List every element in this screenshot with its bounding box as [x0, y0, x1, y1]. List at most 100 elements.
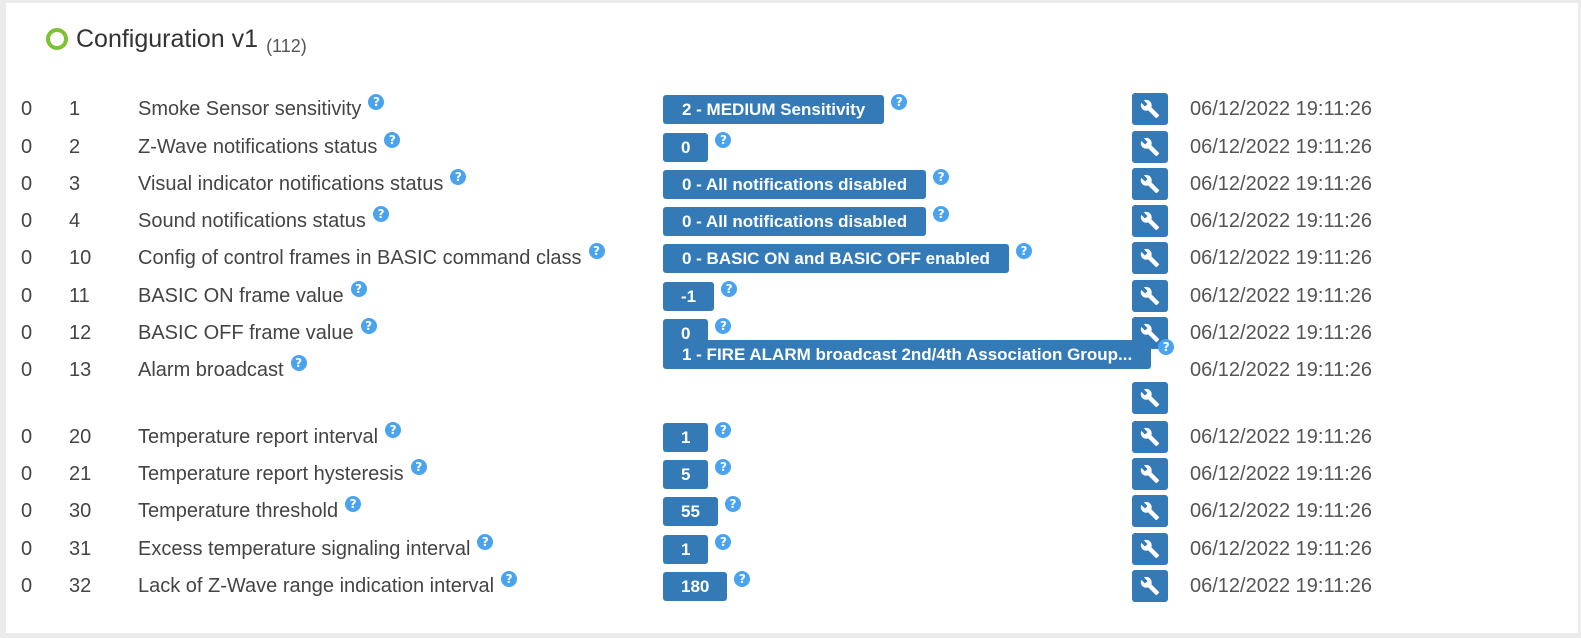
- last-update-cell: 06/12/2022 19:11:26: [1190, 358, 1373, 381]
- parameter-name: BASIC ON frame value: [138, 284, 344, 307]
- edit-parameter-button[interactable]: [1132, 382, 1168, 414]
- question-icon[interactable]: ?: [715, 459, 732, 475]
- edit-parameter-button[interactable]: [1132, 93, 1168, 125]
- question-icon[interactable]: ?: [290, 355, 307, 371]
- parameter-value-button[interactable]: 0 - All notifications disabled: [663, 169, 927, 199]
- question-icon[interactable]: ?: [501, 571, 518, 587]
- parameter-value-button[interactable]: 0 - All notifications disabled: [663, 206, 927, 236]
- instance-cell: 0: [21, 97, 33, 120]
- parameter-name-cell: Excess temperature signaling interval?: [138, 531, 494, 567]
- edit-parameter-button[interactable]: [1132, 242, 1168, 274]
- parameter-name: Temperature threshold: [138, 499, 339, 522]
- question-icon[interactable]: ?: [372, 206, 389, 222]
- edit-parameter-button[interactable]: [1132, 421, 1168, 453]
- parameter-name-cell: Temperature threshold?: [138, 493, 362, 529]
- parameter-name-cell: BASIC OFF frame value?: [138, 315, 377, 351]
- parameter-value-button[interactable]: 55: [663, 496, 718, 526]
- question-icon[interactable]: ?: [891, 94, 908, 110]
- table-row: 0 1 Smoke Sensor sensitivity? 2 - MEDIUM Se…: [6, 91, 1578, 127]
- edit-parameter-button[interactable]: [1132, 280, 1168, 312]
- question-icon[interactable]: ?: [588, 243, 605, 259]
- parameter-value-button[interactable]: -1: [663, 281, 715, 311]
- parameter-value-cell: 0 - All notifications disabled?: [663, 166, 950, 202]
- question-icon[interactable]: ?: [1158, 339, 1175, 355]
- parameter-index-cell: 4: [69, 209, 81, 232]
- question-icon[interactable]: ?: [350, 281, 367, 297]
- parameter-value-button[interactable]: 2 - MEDIUM Sensitivity: [663, 94, 885, 124]
- parameter-index-cell: 2: [69, 135, 81, 158]
- edit-parameter-button[interactable]: [1132, 495, 1168, 527]
- instance-cell: 0: [21, 246, 33, 269]
- parameter-name-cell: Temperature report hysteresis?: [138, 456, 427, 492]
- question-icon[interactable]: ?: [345, 496, 362, 512]
- last-update-cell: 06/12/2022 19:11:26: [1190, 209, 1373, 232]
- parameter-index-cell: 1: [69, 97, 81, 120]
- question-icon[interactable]: ?: [724, 496, 741, 512]
- instance-cell: 0: [21, 462, 33, 485]
- parameter-value-button[interactable]: 5: [663, 459, 709, 489]
- parameter-index-cell: 3: [69, 172, 81, 195]
- wrench-icon: [1140, 248, 1160, 268]
- question-icon[interactable]: ?: [721, 281, 738, 297]
- parameter-value-button[interactable]: 0 - BASIC ON and BASIC OFF enabled: [663, 243, 1009, 273]
- question-icon[interactable]: ?: [715, 318, 732, 334]
- parameter-value-cell: 0?: [663, 129, 732, 165]
- parameter-value-button[interactable]: 1 - FIRE ALARM broadcast 2nd/4th Associa…: [663, 339, 1152, 369]
- edit-parameter-button[interactable]: [1132, 131, 1168, 163]
- question-icon[interactable]: ?: [1015, 243, 1032, 259]
- wrench-icon: [1140, 427, 1160, 447]
- wrench-icon: [1140, 501, 1160, 521]
- parameter-value-button[interactable]: 180: [663, 571, 728, 601]
- parameter-value-cell: 1?: [663, 531, 732, 567]
- last-update-cell: 06/12/2022 19:11:26: [1190, 246, 1373, 269]
- parameter-value-button[interactable]: 1: [663, 422, 709, 452]
- parameter-value-button[interactable]: 1: [663, 534, 709, 564]
- question-icon[interactable]: ?: [360, 318, 377, 334]
- parameter-value-cell: 0 - All notifications disabled?: [663, 203, 950, 239]
- instance-cell: 0: [21, 358, 33, 381]
- instance-cell: 0: [21, 135, 33, 158]
- parameter-value-cell: 5?: [663, 456, 732, 492]
- page-title: Configuration v1: [76, 24, 259, 53]
- instance-cell: 0: [21, 321, 33, 344]
- table-row: 0 3 Visual indicator notifications status?…: [6, 166, 1578, 202]
- edit-parameter-button[interactable]: [1132, 458, 1168, 490]
- question-icon[interactable]: ?: [715, 534, 732, 550]
- table-row: 0 21 Temperature report hysteresis? 5? 06/12…: [6, 456, 1578, 492]
- table-row: 0 13 Alarm broadcast? 1 - FIRE ALARM broadc…: [6, 339, 1578, 414]
- question-icon[interactable]: ?: [384, 132, 401, 148]
- parameter-name-cell: Z-Wave notifications status?: [138, 129, 401, 165]
- parameter-name-cell: Smoke Sensor sensitivity?: [138, 91, 385, 127]
- question-icon[interactable]: ?: [715, 132, 732, 148]
- edit-parameter-button[interactable]: [1132, 205, 1168, 237]
- edit-parameter-button[interactable]: [1132, 533, 1168, 565]
- parameter-value-button[interactable]: 0: [663, 132, 709, 162]
- parameter-name-cell: Visual indicator notifications status?: [138, 166, 467, 202]
- question-icon[interactable]: ?: [450, 169, 467, 185]
- parameter-value-cell: 2 - MEDIUM Sensitivity?: [663, 91, 908, 127]
- question-icon[interactable]: ?: [734, 571, 751, 587]
- question-icon[interactable]: ?: [410, 459, 427, 475]
- question-icon[interactable]: ?: [385, 422, 402, 438]
- parameter-name: Visual indicator notifications status: [138, 172, 444, 195]
- parameter-index-cell: 32: [69, 574, 92, 597]
- parameter-name-cell: Alarm broadcast?: [138, 352, 307, 388]
- question-icon[interactable]: ?: [477, 534, 494, 550]
- parameter-name: Temperature report interval: [138, 425, 379, 448]
- edit-parameter-button[interactable]: [1132, 168, 1168, 200]
- parameter-index-cell: 21: [69, 462, 92, 485]
- parameter-name: Smoke Sensor sensitivity: [138, 97, 362, 120]
- parameter-name: Z-Wave notifications status: [138, 135, 378, 158]
- wrench-icon: [1140, 388, 1160, 408]
- question-icon[interactable]: ?: [933, 169, 950, 185]
- question-icon[interactable]: ?: [715, 422, 732, 438]
- question-icon[interactable]: ?: [368, 94, 385, 110]
- wrench-icon: [1140, 286, 1160, 306]
- parameter-value-cell: 1?: [663, 419, 732, 455]
- instance-cell: 0: [21, 574, 33, 597]
- question-icon[interactable]: ?: [933, 206, 950, 222]
- parameter-value-cell: 1 - FIRE ALARM broadcast 2nd/4th Associa…: [663, 336, 1175, 372]
- parameter-value-cell: 55?: [663, 493, 741, 529]
- edit-parameter-button[interactable]: [1132, 570, 1168, 602]
- table-row: 0 2 Z-Wave notifications status? 0? 06/12/20…: [6, 129, 1578, 165]
